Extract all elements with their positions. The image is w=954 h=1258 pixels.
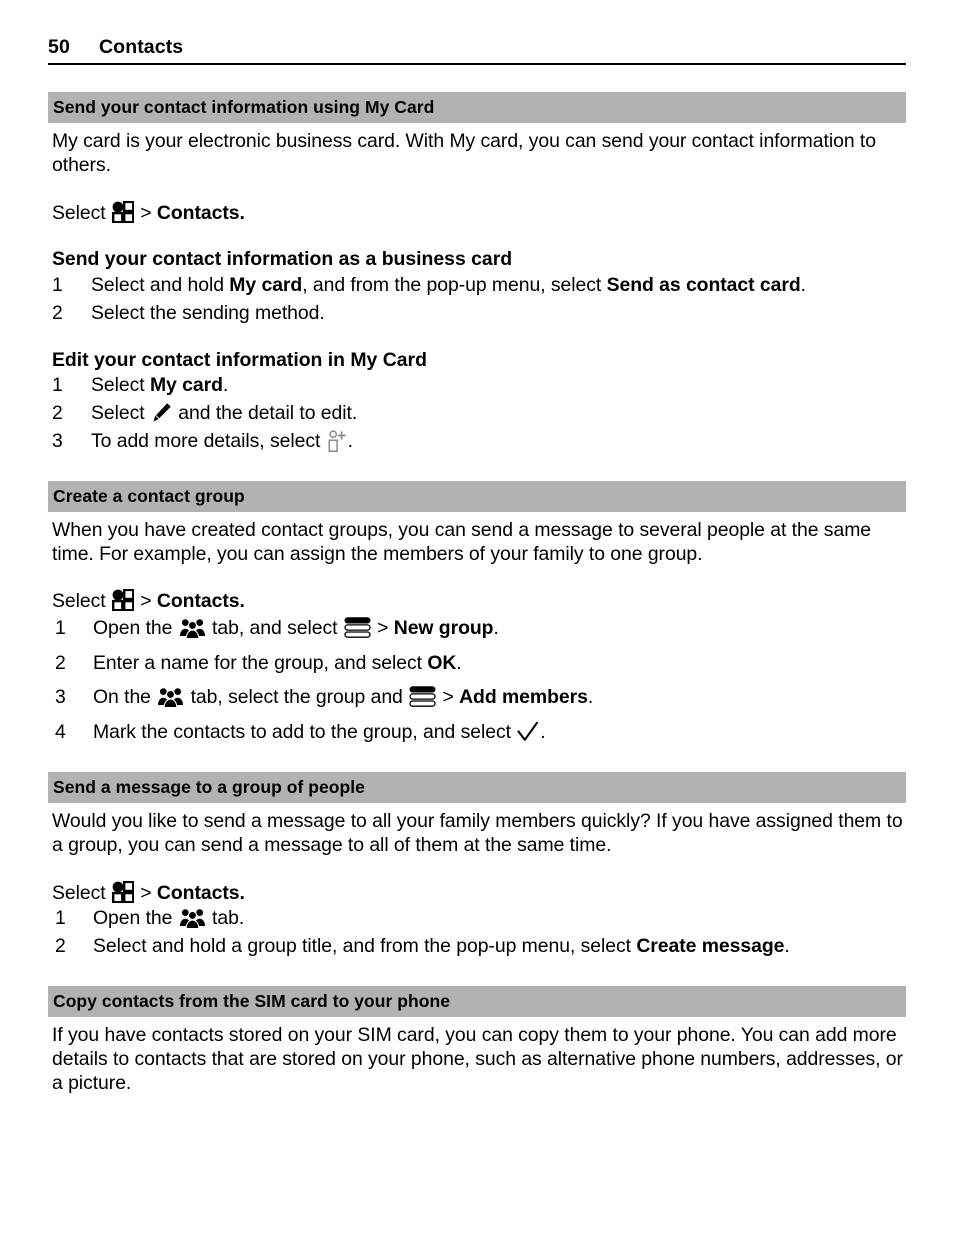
options-icon: [344, 617, 371, 638]
list-item: 2 Select the sending method.: [48, 302, 906, 326]
pencil-icon: [151, 402, 172, 423]
section-intro-create-group: When you have created contact groups, yo…: [52, 518, 872, 565]
step-text: Enter a name for the group, and select O…: [93, 651, 462, 674]
list-item: 2 Select and hold a group title, and fro…: [48, 935, 906, 959]
steps-edit-my-card: 1 Select My card. 2 Select and the detai…: [48, 374, 906, 453]
list-item: 2 Enter a name for the group, and select…: [48, 652, 906, 676]
select-separator: >: [140, 590, 152, 613]
list-item: 1 Select My card.: [48, 374, 906, 398]
list-item: 3 To add more details, select .: [48, 430, 906, 454]
select-target: Contacts.: [156, 201, 245, 224]
section-heading-group-message: Send a message to a group of people: [48, 772, 906, 804]
menu-icon: [111, 589, 134, 612]
groups-tab-icon: [157, 687, 184, 708]
step-text: Select the sending method.: [91, 301, 325, 324]
menu-icon: [111, 880, 134, 903]
step-text: Select and the detail to edit.: [91, 402, 358, 425]
options-icon: [409, 686, 436, 708]
step-text: Open the tab.: [93, 907, 245, 930]
steps-group-message: 1 Open the tab. 2 Select and hold a grou…: [48, 907, 906, 959]
step-text: Mark the contacts to add to the group, a…: [93, 721, 546, 744]
subheading-edit-my-card: Edit your contact information in My Card: [52, 348, 427, 371]
select-prefix: Select: [52, 201, 106, 224]
manual-page: 50 Contacts Send your contact informatio…: [0, 0, 954, 1258]
step-text: To add more details, select .: [91, 429, 353, 452]
steps-create-group: 1 Open the tab, and select > New group. …: [48, 617, 906, 745]
list-item: 1 Open the tab, and select > New group.: [48, 617, 906, 641]
step-text: Select and hold a group title, and from …: [93, 935, 790, 958]
list-item: 1 Open the tab.: [48, 907, 906, 931]
groups-tab-icon: [179, 618, 206, 638]
section-heading-create-group: Create a contact group: [48, 480, 906, 512]
list-item: 2 Select and the detail to edit.: [48, 402, 906, 426]
page-header: 50 Contacts: [48, 0, 906, 59]
section-heading-my-card: Send your contact information using My C…: [48, 92, 906, 124]
groups-tab-icon: [179, 908, 206, 929]
add-detail-icon: [327, 430, 347, 452]
list-item: 4 Mark the contacts to add to the group,…: [48, 721, 906, 745]
check-icon: [517, 721, 539, 742]
step-number: 2: [55, 651, 66, 674]
select-path-create-group: Select > Contacts.: [52, 589, 906, 614]
step-number: 3: [55, 686, 66, 709]
step-number: 4: [55, 721, 66, 744]
step-number: 3: [52, 429, 63, 452]
section-intro-my-card: My card is your electronic business card…: [52, 130, 876, 177]
subheading-send-business-card: Send your contact information as a busin…: [52, 248, 513, 271]
list-item: 3 On the tab, select the group and > Add…: [48, 686, 906, 710]
select-path-group-message: Select > Contacts.: [52, 880, 906, 906]
section-heading-copy-sim: Copy contacts from the SIM card to your …: [48, 985, 906, 1018]
select-prefix: Select: [52, 590, 106, 613]
steps-send-business-card: 1 Select and hold My card, and from the …: [48, 274, 906, 326]
select-target: Contacts.: [156, 881, 245, 904]
step-number: 2: [55, 935, 66, 958]
page-number: 50: [48, 36, 70, 58]
select-prefix: Select: [52, 881, 106, 904]
chapter-title: Contacts: [99, 36, 184, 58]
select-target: Contacts.: [156, 590, 245, 613]
section-intro-copy-sim: If you have contacts stored on your SIM …: [52, 1024, 903, 1094]
step-number: 2: [52, 301, 63, 324]
step-number: 1: [52, 274, 63, 297]
step-text: Select and hold My card, and from the po…: [91, 274, 806, 297]
select-path-my-card: Select > Contacts.: [52, 200, 906, 226]
step-number: 2: [52, 402, 63, 425]
step-text: Open the tab, and select > New group.: [93, 616, 499, 639]
header-divider: [48, 63, 906, 65]
select-separator: >: [140, 201, 152, 224]
step-text: On the tab, select the group and > Add m…: [93, 686, 594, 709]
step-number: 1: [55, 907, 66, 930]
step-number: 1: [55, 616, 66, 639]
select-separator: >: [140, 881, 152, 904]
list-item: 1 Select and hold My card, and from the …: [48, 274, 906, 298]
section-intro-group-message: Would you like to send a message to all …: [52, 810, 903, 857]
step-number: 1: [52, 374, 63, 397]
step-text: Select My card.: [91, 374, 229, 397]
menu-icon: [111, 200, 134, 223]
